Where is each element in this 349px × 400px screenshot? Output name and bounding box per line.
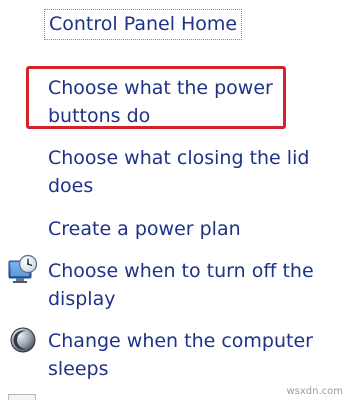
sleep-moon-icon: [10, 327, 36, 353]
watermark-text: wsxdn.com: [286, 386, 343, 397]
display-clock-icon: [8, 254, 38, 283]
link-closing-lid-line1[interactable]: Choose what closing the lid: [48, 144, 309, 172]
link-computer-sleeps-line2[interactable]: sleeps: [48, 355, 109, 383]
link-power-buttons-line1[interactable]: Choose what the power: [48, 74, 273, 102]
control-panel-home-link[interactable]: Control Panel Home: [44, 9, 243, 40]
link-turn-off-display-line1[interactable]: Choose when to turn off the: [48, 257, 314, 285]
link-closing-lid-line2[interactable]: does: [48, 172, 93, 200]
link-turn-off-display-line2[interactable]: display: [48, 285, 115, 313]
partial-next-item: [8, 394, 36, 400]
link-power-buttons-line2[interactable]: buttons do: [48, 102, 150, 130]
link-computer-sleeps-line1[interactable]: Change when the computer: [48, 327, 313, 355]
link-create-power-plan-label[interactable]: Create a power plan: [48, 215, 241, 243]
